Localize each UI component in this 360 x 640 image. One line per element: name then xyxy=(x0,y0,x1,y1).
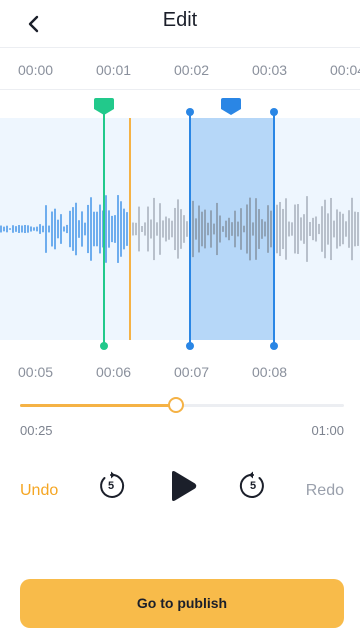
timeline-tick: 00:06 xyxy=(96,364,132,380)
timeline-tick: 00:00 xyxy=(18,62,54,78)
start-marker-handle[interactable] xyxy=(94,98,114,116)
rewind-5-button[interactable]: 5 xyxy=(96,471,126,501)
selection-end-bottom-handle[interactable] xyxy=(270,342,278,350)
play-icon xyxy=(172,471,197,501)
slider-fill xyxy=(20,404,176,407)
playhead-line[interactable] xyxy=(129,118,131,340)
undo-button[interactable]: Undo xyxy=(20,482,58,500)
redo-button[interactable]: Redo xyxy=(306,482,344,500)
timeline-bottom: 00:05 00:06 00:07 00:08 xyxy=(0,350,360,380)
selection-end-line[interactable] xyxy=(273,112,275,346)
selection-start-line[interactable] xyxy=(189,112,191,346)
go-to-publish-button[interactable]: Go to publish xyxy=(20,579,344,628)
timeline-tick: 00:02 xyxy=(174,62,210,78)
start-marker-dot[interactable] xyxy=(100,342,108,350)
playback-slider[interactable] xyxy=(20,396,344,414)
slider-thumb[interactable] xyxy=(167,397,184,413)
total-time: 01:00 xyxy=(311,423,344,438)
play-button[interactable] xyxy=(168,470,198,502)
rewind-seconds: 5 xyxy=(107,480,115,492)
playback-controls: Undo 5 5 Redo xyxy=(0,462,360,510)
timeline-tick: 00:04 xyxy=(330,62,360,78)
timeline-tick: 00:08 xyxy=(252,364,288,380)
selection-marker-handle[interactable] xyxy=(221,98,241,116)
selection-start-bottom-handle[interactable] xyxy=(186,342,194,350)
selection-start-top-handle[interactable] xyxy=(186,108,194,116)
timeline-tick: 00:03 xyxy=(252,62,288,78)
timeline-tick: 00:07 xyxy=(174,364,210,380)
timeline-top: 00:00 00:01 00:02 00:03 00:04 xyxy=(0,48,360,90)
header: Edit xyxy=(0,0,360,48)
current-time: 00:25 xyxy=(20,423,53,438)
forward-seconds: 5 xyxy=(249,480,257,492)
forward-5-button[interactable]: 5 xyxy=(238,471,268,501)
waveform-editor[interactable] xyxy=(0,118,360,340)
waveform xyxy=(0,195,359,263)
timeline-tick: 00:05 xyxy=(18,364,54,380)
page-title: Edit xyxy=(162,9,198,31)
start-marker-line[interactable] xyxy=(103,112,105,346)
selection-end-top-handle[interactable] xyxy=(270,108,278,116)
timeline-tick: 00:01 xyxy=(96,62,132,78)
